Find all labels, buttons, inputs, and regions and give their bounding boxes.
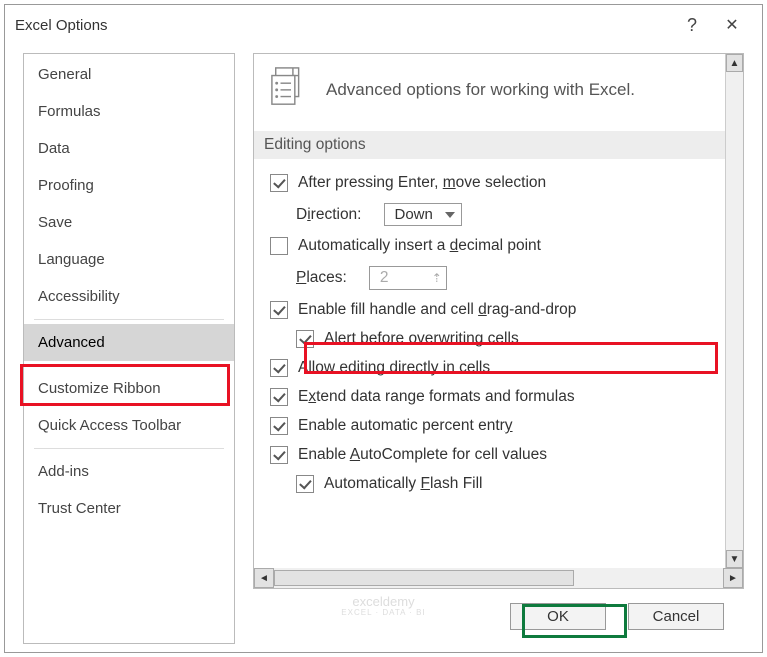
sidebar-item-quick-access[interactable]: Quick Access Toolbar [24,407,234,444]
scroll-down-arrow-icon[interactable]: ▼ [726,550,743,568]
checkbox-autocomplete[interactable] [270,446,288,464]
checkbox-alert-overwrite[interactable] [296,330,314,348]
sidebar-item-advanced[interactable]: Advanced [24,324,234,361]
horizontal-scrollbar[interactable]: ◄ ► [254,568,743,588]
section-editing-options: Editing options [254,131,743,159]
direction-row: Direction: Down [296,202,723,227]
dialog-footer: OK Cancel [253,589,744,644]
dialog-body: General Formulas Data Proofing Save Lang… [5,53,762,652]
checkbox-percent-entry[interactable] [270,417,288,435]
sidebar-item-language[interactable]: Language [24,241,234,278]
sidebar-separator [34,319,224,320]
option-decimal-point[interactable]: Automatically insert a decimal point [270,236,723,256]
option-fill-handle[interactable]: Enable fill handle and cell drag-and-dro… [270,300,723,320]
option-autocomplete[interactable]: Enable AutoComplete for cell values [270,445,723,465]
checkbox-flash-fill[interactable] [296,475,314,493]
option-label: Enable AutoComplete for cell values [298,446,547,464]
ok-button[interactable]: OK [510,603,606,630]
checkbox-decimal-point[interactable] [270,237,288,255]
checkbox-extend-formats[interactable] [270,388,288,406]
scroll-right-arrow-icon[interactable]: ► [723,568,743,588]
option-label: Alert before overwriting cells [324,330,519,348]
cancel-button[interactable]: Cancel [628,603,724,630]
document-list-icon [270,66,312,113]
checkbox-edit-in-cell[interactable] [270,359,288,377]
sidebar-separator [34,365,224,366]
help-icon[interactable]: ? [672,11,712,39]
scroll-thumb[interactable] [274,570,574,586]
option-move-after-enter[interactable]: After pressing Enter, move selection [270,173,723,193]
option-label: Automatically insert a decimal point [298,237,541,255]
content-inner: Advanced options for working with Excel.… [254,54,743,588]
checkbox-fill-handle[interactable] [270,301,288,319]
sidebar-separator [34,448,224,449]
option-extend-formats[interactable]: Extend data range formats and formulas [270,387,723,407]
sidebar-item-trust-center[interactable]: Trust Center [24,490,234,527]
option-label: Automatically Flash Fill [324,475,483,493]
close-icon[interactable]: ✕ [712,11,752,39]
option-label: Enable fill handle and cell drag-and-dro… [298,301,576,319]
option-label: Enable automatic percent entry [298,417,513,435]
sidebar-item-formulas[interactable]: Formulas [24,93,234,130]
scroll-up-arrow-icon[interactable]: ▲ [726,54,743,72]
vertical-scrollbar[interactable]: ▲ ▼ [725,54,743,568]
scroll-track[interactable] [574,568,723,588]
content-column: Advanced options for working with Excel.… [253,53,744,644]
option-percent-entry[interactable]: Enable automatic percent entry [270,416,723,436]
places-row: Places: 2 [296,265,723,291]
sidebar-item-customize-ribbon[interactable]: Customize Ribbon [24,370,234,407]
scroll-track[interactable] [726,72,743,550]
option-edit-in-cell[interactable]: Allow editing directly in cells [270,358,723,378]
content-header-text: Advanced options for working with Excel. [326,80,635,100]
scroll-left-arrow-icon[interactable]: ◄ [254,568,274,588]
sidebar-item-addins[interactable]: Add-ins [24,453,234,490]
option-alert-overwrite[interactable]: Alert before overwriting cells [296,329,723,349]
places-label: Places: [296,269,347,287]
sidebar-item-data[interactable]: Data [24,130,234,167]
sidebar-item-save[interactable]: Save [24,204,234,241]
content-panel: Advanced options for working with Excel.… [253,53,744,589]
option-flash-fill[interactable]: Automatically Flash Fill [296,474,723,494]
dialog-title: Excel Options [15,17,672,34]
places-spinner[interactable]: 2 [369,266,447,290]
titlebar: Excel Options ? ✕ [5,5,762,53]
direction-label: Direction: [296,206,362,224]
option-label: Extend data range formats and formulas [298,388,575,406]
category-sidebar: General Formulas Data Proofing Save Lang… [23,53,235,644]
checkbox-move-after-enter[interactable] [270,174,288,192]
sidebar-item-accessibility[interactable]: Accessibility [24,278,234,315]
content-header: Advanced options for working with Excel. [270,66,723,113]
option-label: Allow editing directly in cells [298,359,490,377]
sidebar-item-proofing[interactable]: Proofing [24,167,234,204]
sidebar-item-general[interactable]: General [24,56,234,93]
option-label: After pressing Enter, move selection [298,174,546,192]
direction-dropdown[interactable]: Down [384,203,462,226]
excel-options-dialog: Excel Options ? ✕ General Formulas Data … [4,4,763,653]
